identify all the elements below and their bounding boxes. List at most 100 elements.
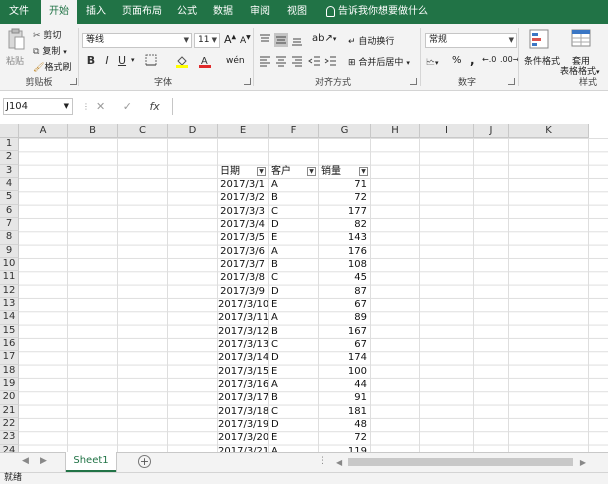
sales-cell[interactable]: 143 (319, 231, 370, 244)
align-left-button[interactable] (258, 54, 272, 68)
grow-font-button[interactable]: A▲ (224, 33, 236, 46)
row-header-7[interactable]: 7 (0, 217, 19, 232)
customer-cell[interactable]: C (269, 338, 318, 351)
customer-cell[interactable]: C (269, 271, 318, 284)
date-cell[interactable]: 2017/3/6 (218, 245, 268, 258)
date-cell[interactable]: 2017/3/12 (218, 325, 268, 338)
row-header-20[interactable]: 20 (0, 391, 19, 405)
align-center-button[interactable] (274, 54, 288, 68)
sales-cell[interactable]: 82 (319, 218, 370, 231)
customer-cell[interactable]: E (269, 298, 318, 311)
row-header-1[interactable]: 1 (0, 138, 19, 152)
column-header-h[interactable]: H (371, 124, 420, 138)
row-header-23[interactable]: 23 (0, 431, 19, 445)
customer-cell[interactable]: A (269, 245, 318, 258)
scrollbar-thumb[interactable] (348, 458, 573, 466)
number-format-select[interactable]: 常规 ▼ (425, 33, 517, 48)
number-launcher-icon[interactable] (508, 78, 515, 85)
sheet-tab-sheet1[interactable]: Sheet1 (66, 452, 116, 472)
column-header-k[interactable]: K (509, 124, 589, 138)
column-header-f[interactable]: F (269, 124, 319, 138)
row-header-6[interactable]: 6 (0, 204, 19, 218)
column-header-j[interactable]: J (474, 124, 509, 138)
increase-decimal-button[interactable]: ←.0 (482, 55, 496, 64)
align-top-button[interactable] (258, 33, 272, 47)
clipboard-launcher-icon[interactable] (70, 78, 77, 85)
date-cell[interactable]: 2017/3/15 (218, 365, 268, 378)
sales-cell[interactable]: 48 (319, 418, 370, 431)
date-cell[interactable]: 2017/3/8 (218, 271, 268, 284)
row-header-17[interactable]: 17 (0, 351, 19, 365)
tab-file[interactable]: 文件 (2, 0, 36, 24)
decrease-indent-button[interactable] (308, 54, 322, 68)
column-header-a[interactable]: A (19, 124, 68, 138)
tab-formulas[interactable]: 公式 (172, 0, 202, 24)
insert-function-icon[interactable]: fx (149, 100, 159, 113)
underline-button[interactable]: U (115, 54, 129, 68)
shrink-font-button[interactable]: A▼ (240, 34, 251, 46)
column-header-i[interactable]: I (420, 124, 474, 138)
sales-cell[interactable]: 91 (319, 391, 370, 404)
sales-cell[interactable]: 87 (319, 285, 370, 298)
customer-cell[interactable]: D (269, 351, 318, 364)
date-cell[interactable]: 2017/3/21 (218, 445, 268, 452)
orientation-button[interactable]: ab↗▾ (312, 33, 336, 44)
customer-cell[interactable]: C (269, 405, 318, 418)
bold-button[interactable]: B (84, 54, 98, 68)
sales-cell[interactable]: 45 (319, 271, 370, 284)
row-header-22[interactable]: 22 (0, 417, 19, 432)
formula-input[interactable] (172, 98, 608, 115)
row-header-16[interactable]: 16 (0, 337, 19, 352)
horizontal-scrollbar[interactable]: ◀ ▶ (336, 457, 586, 467)
column-header-c[interactable]: C (118, 124, 168, 138)
prev-sheet-icon[interactable]: ◀ (22, 456, 29, 466)
row-header-24[interactable]: 24 (0, 444, 19, 452)
customer-cell[interactable]: B (269, 325, 318, 338)
date-cell[interactable]: 2017/3/19 (218, 418, 268, 431)
date-cell[interactable]: 2017/3/10 (218, 298, 268, 311)
sales-cell[interactable]: 100 (319, 365, 370, 378)
row-header-8[interactable]: 8 (0, 231, 19, 245)
column-header-g[interactable]: G (319, 124, 371, 138)
date-cell[interactable]: 2017/3/2 (218, 191, 268, 204)
conditional-formatting-button[interactable] (528, 28, 552, 53)
sales-cell[interactable]: 174 (319, 351, 370, 364)
fill-color-button[interactable] (175, 54, 189, 68)
row-header-2[interactable]: 2 (0, 151, 19, 165)
cancel-icon[interactable]: ✕ (96, 100, 105, 113)
align-bottom-button[interactable] (290, 33, 304, 47)
date-cell[interactable]: 2017/3/1 (218, 178, 268, 191)
align-right-button[interactable] (290, 54, 304, 68)
phonetic-button[interactable]: wén (226, 56, 245, 66)
row-header-21[interactable]: 21 (0, 404, 19, 418)
date-cell[interactable]: 2017/3/13 (218, 338, 268, 351)
column-header-e[interactable]: E (218, 124, 269, 138)
font-size-select[interactable]: 11 ▼ (194, 33, 220, 48)
sales-cell[interactable]: 89 (319, 311, 370, 324)
customer-cell[interactable]: D (269, 418, 318, 431)
border-button[interactable] (144, 54, 158, 68)
tab-page-layout[interactable]: 页面布局 (117, 0, 167, 24)
cut-button[interactable]: ✂ 剪切 (33, 28, 61, 41)
column-header-d[interactable]: D (168, 124, 218, 138)
row-header-18[interactable]: 18 (0, 364, 19, 378)
customer-cell[interactable]: B (269, 258, 318, 271)
scroll-left-icon[interactable]: ◀ (336, 458, 342, 467)
name-box[interactable]: J104 ▼ (3, 98, 73, 115)
date-cell[interactable]: 2017/3/17 (218, 391, 268, 404)
customer-cell[interactable]: D (269, 218, 318, 231)
percent-button[interactable]: % (452, 55, 462, 66)
customer-cell[interactable]: D (269, 285, 318, 298)
row-header-9[interactable]: 9 (0, 244, 19, 258)
format-as-table-button[interactable] (570, 28, 594, 53)
date-cell[interactable]: 2017/3/14 (218, 351, 268, 364)
customer-cell[interactable]: E (269, 231, 318, 244)
customer-cell[interactable]: E (269, 365, 318, 378)
tab-data[interactable]: 数据 (207, 0, 239, 24)
merge-center-button[interactable]: ⊞ 合并后居中 ▾ (348, 55, 410, 68)
row-header-12[interactable]: 12 (0, 284, 19, 298)
worksheet-grid[interactable]: A B C D E F G H I J K 1 2 3 4 5 6 7 8 9 10 11 12 13 14 15 16 17 18 19… (0, 124, 608, 452)
scroll-right-icon[interactable]: ▶ (580, 458, 586, 467)
sales-cell[interactable]: 67 (319, 338, 370, 351)
row-header-19[interactable]: 19 (0, 377, 19, 392)
